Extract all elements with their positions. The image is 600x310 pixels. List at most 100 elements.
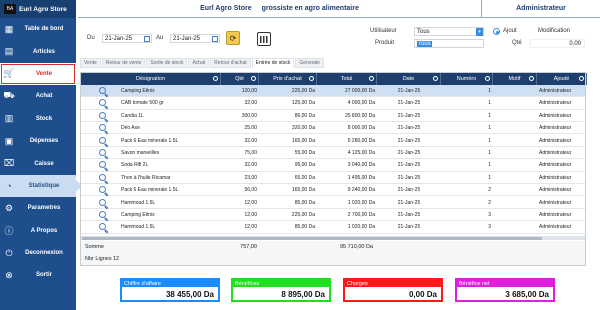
- sidebar-item-label: Dépenses: [29, 138, 59, 145]
- sidebar-item-a-propos[interactable]: ⓘ A Propos: [0, 220, 76, 242]
- table-cell: Administrateur: [539, 162, 572, 169]
- view-details-icon[interactable]: [99, 186, 106, 194]
- sidebar-item-statistique[interactable]: ◔ Statistique: [0, 174, 82, 198]
- table-row[interactable]: Déo Axe 25,00 320,00 Da 8 000,00 Da 21-Jan-2…: [81, 122, 585, 135]
- pie-chart-icon: ◔: [6, 180, 12, 191]
- table-cell: Administrateur: [539, 112, 572, 119]
- date-to-field[interactable]: 21-Jan-25: [170, 34, 220, 43]
- search-icon[interactable]: [309, 76, 314, 81]
- sidebar-item-stock[interactable]: ▥ Stock: [0, 108, 76, 130]
- kpi-card-value: 38 455,00 Da: [165, 290, 214, 299]
- column-header[interactable]: Désignation: [81, 73, 221, 85]
- tab-sortie-de-stock[interactable]: Sortie de stock: [146, 58, 188, 68]
- table-cell: 4 000,00 Da: [347, 100, 375, 107]
- table-row[interactable]: Thon à l'huile Ricamar 23,00 65,00 Da 1 495…: [81, 172, 585, 184]
- search-icon[interactable]: [369, 76, 374, 81]
- app-name: Eurl Agro Store: [19, 5, 67, 13]
- tab-generale[interactable]: Generale: [295, 58, 324, 68]
- table-cell: Candia 1L: [121, 112, 144, 119]
- search-icon[interactable]: [485, 76, 490, 81]
- refresh-button[interactable]: ⟳: [226, 31, 240, 45]
- date-from-field[interactable]: 21-Jan-25: [102, 34, 152, 43]
- table-row[interactable]: Candia 1L 300,00 86,00 Da 25 800,00 Da 21-Ja…: [81, 110, 585, 122]
- sidebar-item-vente[interactable]: 🛒 Vente: [0, 62, 76, 86]
- table-row[interactable]: Camping Etinix 12,00 225,00 Da 2 700,00 Da 2…: [81, 209, 585, 222]
- tab-vente[interactable]: Vente: [80, 58, 101, 68]
- column-header-label: Qté: [235, 76, 244, 82]
- view-details-icon[interactable]: [99, 111, 106, 119]
- calendar-icon[interactable]: [144, 36, 150, 42]
- table-cell: Pack 6 Eau minerale 1.5L: [121, 137, 179, 144]
- table-cell: 65,00 Da: [294, 174, 315, 181]
- kpi-card-label: Bénéfice net: [457, 280, 553, 287]
- search-icon[interactable]: [251, 76, 256, 81]
- user-filter-select[interactable]: Tous ▾: [414, 27, 484, 36]
- table-row[interactable]: Pack 6 Eau minerale 1.5L 32,00 165,00 Da 5 …: [81, 135, 585, 147]
- view-details-icon[interactable]: [99, 87, 106, 94]
- view-details-icon[interactable]: [99, 124, 106, 132]
- column-header[interactable]: Qté: [221, 73, 259, 85]
- view-details-icon[interactable]: [99, 211, 106, 218]
- table-row[interactable]: Hammoud 1.5L 12,00 85,00 Da 1 020,00 Da 21-J…: [81, 221, 585, 234]
- table-cell: 12,00: [244, 199, 257, 206]
- chevron-down-icon[interactable]: ▾: [476, 28, 483, 36]
- table-cell: 25 800,00 Da: [344, 112, 375, 119]
- table-row[interactable]: CAB tomate 500 gr 32,00 125,00 Da 4 000,00 …: [81, 97, 585, 110]
- search-icon[interactable]: [433, 76, 438, 81]
- calendar-icon[interactable]: [212, 36, 218, 42]
- sidebar-item-d-penses[interactable]: ▣ Dépenses: [0, 130, 76, 152]
- table-row[interactable]: Savon marseilles 75,00 55,00 Da 4 125,00 Da…: [81, 147, 585, 160]
- search-icon[interactable]: [213, 76, 218, 81]
- table-cell: 300,00: [241, 112, 257, 119]
- table-cell: 21-Jan-25: [397, 199, 421, 206]
- tab-entr-e-de-stock[interactable]: Entrée de stock: [251, 58, 295, 68]
- column-header[interactable]: Numéro: [441, 73, 493, 85]
- date-from-value: 21-Jan-25: [105, 35, 133, 42]
- sidebar-item-deconnexion[interactable]: ⏻ Deconnexion: [0, 242, 76, 264]
- tab-achat[interactable]: Achat: [188, 58, 210, 68]
- table-cell: Savon marseilles: [121, 150, 160, 156]
- column-header[interactable]: Total: [317, 73, 377, 85]
- tab-retour-d-achat[interactable]: Retour d'achat: [210, 58, 251, 68]
- column-header[interactable]: Motif: [493, 73, 537, 85]
- product-filter-label: Produit: [375, 40, 395, 46]
- view-details-icon[interactable]: [99, 136, 106, 144]
- view-details-icon[interactable]: [99, 223, 106, 231]
- sidebar-item-table-de-bord[interactable]: ▦ Table de bord: [0, 18, 76, 40]
- table-row[interactable]: Camping Etinix 120,00 225,00 Da 27 000,00 D…: [81, 85, 585, 98]
- tab-retour-de-vente[interactable]: Retour de vente: [101, 58, 146, 68]
- table-cell: 1 495,00 Da: [347, 174, 375, 181]
- table-cell: 95,00 Da: [294, 162, 315, 169]
- table-row[interactable]: Hammoud 1.5L 12,00 85,00 Da 1 020,00 Da 21-J…: [81, 197, 585, 209]
- sidebar-menu: ▦ Table de bord ▤ Articles 🛒 Vente ⛟ Achat ▥ Stoc…: [0, 18, 82, 287]
- column-header[interactable]: Ajouté: [537, 73, 587, 85]
- view-details-icon[interactable]: [99, 149, 106, 156]
- ajout-radio[interactable]: [493, 28, 500, 35]
- scrollbar-thumb[interactable]: [82, 236, 542, 240]
- view-details-icon[interactable]: [99, 161, 106, 169]
- table-cell: 21-Jan-25: [397, 174, 421, 181]
- column-header[interactable]: Date: [377, 73, 441, 85]
- search-icon[interactable]: [579, 76, 584, 81]
- table-cell: 21-Jan-25: [397, 224, 421, 231]
- table-cell: 225,00 Da: [291, 88, 315, 94]
- table-row[interactable]: Soda Rifi 2L 32,00 95,00 Da 3 040,00 Da 21-J…: [81, 159, 585, 172]
- calendar-view-icon[interactable]: [257, 32, 271, 46]
- search-icon[interactable]: [529, 76, 534, 81]
- qty-field[interactable]: 0.00: [530, 39, 585, 48]
- table-cell: 3: [488, 224, 491, 231]
- sidebar-item-parametres[interactable]: ⚙ Parametres: [0, 197, 76, 219]
- view-details-icon[interactable]: [99, 198, 106, 206]
- view-details-icon[interactable]: [99, 173, 106, 181]
- table-row[interactable]: Pack 6 Eau minerale 1.5L 56,00 165,00 Da 9 …: [81, 184, 585, 197]
- product-filter-input[interactable]: Tous: [414, 39, 484, 48]
- view-details-icon[interactable]: [99, 99, 106, 107]
- column-header[interactable]: Prix d'achat: [259, 73, 317, 85]
- sidebar-item-articles[interactable]: ▤ Articles: [0, 40, 76, 62]
- horizontal-scrollbar[interactable]: [81, 236, 585, 240]
- sidebar-item-achat[interactable]: ⛟ Achat: [0, 85, 76, 107]
- current-user[interactable]: Administrateur: [482, 0, 600, 17]
- sidebar-item-caisse[interactable]: ⌧ Caisse: [0, 152, 76, 174]
- table-cell: 3 040,00 Da: [347, 162, 375, 169]
- table-cell: 1: [488, 125, 491, 132]
